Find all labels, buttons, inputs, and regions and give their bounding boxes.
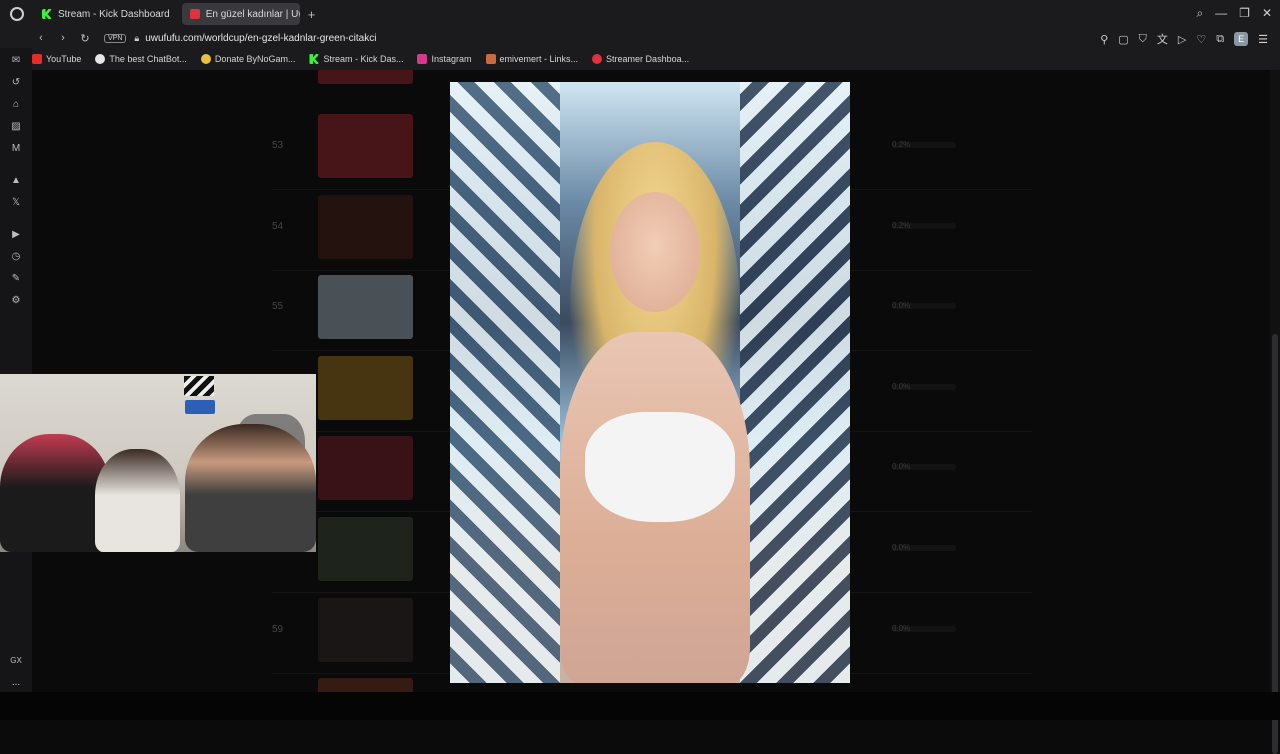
- enlarged-photo[interactable]: [450, 82, 850, 683]
- thumbnail-image[interactable]: [318, 517, 413, 581]
- chatbot-icon: [95, 54, 106, 64]
- bookmark-donate[interactable]: Donate ByNoGam...: [200, 54, 295, 64]
- vpn-badge[interactable]: VPN: [104, 33, 127, 43]
- bookmark-instagram[interactable]: Instagram: [417, 54, 472, 64]
- rank-number: 53: [272, 140, 284, 151]
- linktree-icon: [485, 54, 496, 64]
- translate-icon[interactable]: 文: [1157, 31, 1168, 47]
- uwufufu-icon: [189, 9, 200, 19]
- kick-icon: [42, 9, 52, 19]
- new-tab-button[interactable]: +: [308, 7, 316, 22]
- thumbnail-image[interactable]: [318, 356, 413, 420]
- tab-label: Stream - Kick Dashboard: [58, 8, 170, 20]
- play-icon[interactable]: ▷: [1178, 33, 1186, 46]
- win-rate: 0.2%: [892, 221, 911, 230]
- extensions-icon[interactable]: ⧉: [1216, 33, 1224, 46]
- win-rate: 0.0%: [892, 462, 911, 471]
- tab-label: En güzel kadınlar | UwUf: [205, 8, 300, 20]
- photo-wing-left: [450, 82, 560, 683]
- profile-avatar[interactable]: E: [1234, 32, 1249, 46]
- streamer-middle: [95, 449, 180, 552]
- settings-icon[interactable]: ⚙: [9, 294, 23, 308]
- news-icon[interactable]: M: [9, 142, 23, 156]
- url-field[interactable]: uwufufu.com/worldcup/en-gzel-kadnlar-gre…: [145, 33, 376, 44]
- gx-label[interactable]: GX: [9, 654, 23, 668]
- menu-icon[interactable]: ☰: [1258, 33, 1268, 46]
- rank-number: 59: [272, 624, 284, 635]
- thumbnail-image[interactable]: [318, 275, 413, 339]
- maximize-icon[interactable]: ❐: [1239, 6, 1250, 21]
- wall-sign: [185, 400, 215, 414]
- win-rate: 0.0%: [892, 543, 911, 552]
- thumbnail-image[interactable]: [318, 436, 413, 500]
- window-controls: ⌕ — ❐ ✕: [1196, 6, 1272, 21]
- kick-icon: [309, 54, 320, 64]
- thumbnail-image[interactable]: [318, 598, 413, 662]
- streamer-dashboard-icon: [592, 54, 603, 64]
- bottom-bar: [0, 692, 1280, 720]
- wallet-icon[interactable]: ▨: [9, 120, 23, 134]
- snapshot-icon[interactable]: ▢: [1118, 33, 1128, 46]
- bookmark-kick[interactable]: Stream - Kick Das...: [309, 54, 403, 64]
- win-rate: 0.0%: [892, 382, 911, 391]
- streamer-right: [185, 424, 316, 552]
- player-icon[interactable]: ▶: [9, 228, 23, 242]
- x-icon[interactable]: 𝕏: [9, 196, 23, 210]
- pinboard-icon[interactable]: ⌂: [9, 98, 23, 112]
- photo-outfit: [585, 412, 735, 522]
- lock-icon[interactable]: 🔒︎: [134, 33, 139, 44]
- page-scrollbar[interactable]: [1270, 70, 1280, 754]
- bookmark-youtube[interactable]: YouTube: [32, 54, 81, 64]
- more-icon[interactable]: ...: [9, 676, 23, 690]
- thumbnail-image[interactable]: [318, 678, 413, 692]
- rank-number: 54: [272, 221, 284, 232]
- rank-number: 55: [272, 301, 284, 312]
- tab-uwufufu[interactable]: En güzel kadınlar | UwUf: [181, 3, 300, 25]
- tab-kick-dashboard[interactable]: Stream - Kick Dashboard: [34, 3, 178, 25]
- address-bar-actions: ⚲ ▢ ⛉ 文 ▷ ♡ ⧉ E ☰: [1100, 31, 1268, 47]
- back-icon[interactable]: ‹: [32, 32, 50, 44]
- pin-icon[interactable]: ⚲: [1100, 33, 1108, 46]
- win-rate: 0.0%: [892, 301, 911, 310]
- instagram-icon: [417, 54, 428, 64]
- search-icon[interactable]: ⌕: [1196, 6, 1203, 21]
- heart-icon[interactable]: ♡: [1196, 33, 1206, 46]
- bookmark-linktree[interactable]: emivemert - Links...: [485, 54, 578, 64]
- webcam-overlay: [0, 374, 316, 552]
- photo-face: [610, 192, 700, 312]
- thumbnail-image[interactable]: [318, 195, 413, 259]
- aria-icon[interactable]: ▲: [9, 174, 23, 188]
- shield-icon[interactable]: ⛉: [1139, 33, 1147, 46]
- clapperboard-decor: [184, 376, 214, 396]
- forward-icon[interactable]: ›: [54, 32, 72, 44]
- thumbnail-image[interactable]: [318, 114, 413, 178]
- minimize-icon[interactable]: —: [1215, 6, 1227, 21]
- extensions-icon[interactable]: ✎: [9, 272, 23, 286]
- win-rate: 0.0%: [892, 624, 911, 633]
- scrollbar-thumb[interactable]: [1272, 334, 1278, 754]
- thumbnail-image[interactable]: [318, 70, 413, 84]
- history-icon[interactable]: ↺: [9, 76, 23, 90]
- clock-icon[interactable]: ◷: [9, 250, 23, 264]
- streamer-left: [0, 434, 110, 552]
- close-icon[interactable]: ✕: [1262, 6, 1272, 21]
- photo-wing-right: [740, 82, 850, 683]
- bookmark-streamer-dashboard[interactable]: Streamer Dashboa...: [592, 54, 689, 64]
- address-bar: ‹ › ↻ VPN 🔒︎ uwufufu.com/worldcup/en-gze…: [0, 28, 1280, 48]
- bookmark-chatbot[interactable]: The best ChatBot...: [95, 54, 187, 64]
- messenger-icon[interactable]: ✉: [9, 54, 23, 68]
- youtube-icon: [32, 54, 42, 64]
- win-rate: 0.2%: [892, 140, 911, 149]
- reload-icon[interactable]: ↻: [76, 32, 94, 45]
- bookmarks-bar: YouTube The best ChatBot... Donate ByNoG…: [0, 48, 1280, 70]
- tab-bar: Stream - Kick Dashboard En güzel kadınla…: [0, 0, 1280, 28]
- opera-logo-icon[interactable]: [10, 7, 24, 21]
- donate-icon: [200, 54, 211, 64]
